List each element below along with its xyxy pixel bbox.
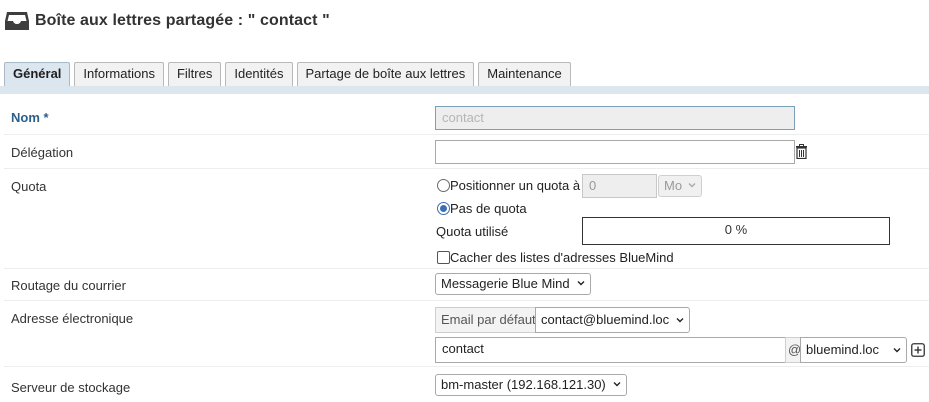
page-header: Boîte aux lettres partagée : " contact " (4, 8, 330, 34)
page-title: Boîte aux lettres partagée : " contact " (35, 12, 330, 29)
trash-icon[interactable] (795, 144, 808, 159)
no-quota-radio[interactable] (437, 202, 450, 215)
tab-content-border (0, 86, 929, 94)
chevron-down-icon (893, 348, 901, 353)
delegation-field[interactable] (435, 140, 795, 164)
name-field[interactable]: contact (435, 106, 795, 130)
server-value: bm-master (192.168.121.30) (441, 377, 606, 392)
plus-square-icon[interactable] (911, 343, 925, 357)
no-quota-label: Pas de quota (450, 201, 527, 216)
hide-lists-checkbox[interactable] (437, 251, 450, 264)
email-label: Adresse électronique (11, 311, 134, 326)
quota-used-value: 0 % (582, 217, 890, 245)
email-domain-select[interactable]: bluemind.loc (800, 337, 907, 363)
row-quota: Quota Positionner un quota à 0 Mo Pas de… (4, 169, 929, 269)
server-label: Serveur de stockage (11, 380, 131, 395)
default-email-select[interactable]: contact@bluemind.loc (535, 307, 690, 333)
default-email-value: contact@bluemind.loc (541, 312, 670, 327)
quota-unit-value: Mo (664, 178, 683, 193)
tab-maintenance[interactable]: Maintenance (478, 62, 571, 86)
general-form: Nom * contact Délégation Quota Positionn… (4, 100, 929, 401)
tab-bar: Général Informations Filtres Identités P… (4, 62, 929, 86)
tab-filtres[interactable]: Filtres (167, 62, 222, 86)
row-email: Adresse électronique Email par défaut co… (4, 301, 929, 367)
chevron-down-icon (577, 281, 585, 286)
hide-lists-label: Cacher des listes d'adresses BlueMind (450, 250, 674, 265)
chevron-down-icon (688, 183, 696, 188)
default-email-addon: Email par défaut (435, 307, 536, 333)
chevron-down-icon (676, 318, 684, 323)
quota-used-label: Quota utilisé (436, 224, 509, 239)
row-name: Nom * contact (4, 100, 929, 135)
tab-informations[interactable]: Informations (74, 62, 164, 86)
name-label: Nom * (11, 110, 49, 125)
tab-identites[interactable]: Identités (225, 62, 293, 86)
tab-general[interactable]: Général (4, 62, 71, 86)
quota-value-input[interactable]: 0 (582, 174, 657, 198)
quota-unit-select[interactable]: Mo (658, 175, 702, 197)
at-sign-addon: @ (785, 337, 801, 363)
routing-select[interactable]: Messagerie Blue Mind (435, 273, 591, 295)
inbox-tray-icon (5, 12, 29, 30)
quota-label: Quota (11, 179, 47, 194)
row-routing: Routage du courrier Messagerie Blue Mind (4, 269, 929, 301)
set-quota-radio[interactable] (437, 179, 450, 192)
row-server: Serveur de stockage bm-master (192.168.1… (4, 367, 929, 401)
tab-partage[interactable]: Partage de boîte aux lettres (296, 62, 475, 86)
row-delegation: Délégation (4, 135, 929, 169)
routing-label: Routage du courrier (11, 278, 126, 293)
routing-value: Messagerie Blue Mind (441, 276, 570, 291)
chevron-down-icon (613, 382, 621, 387)
email-local-part-input[interactable]: contact (435, 337, 786, 363)
server-select[interactable]: bm-master (192.168.121.30) (435, 374, 627, 396)
set-quota-label: Positionner un quota à (450, 178, 581, 193)
email-domain-value: bluemind.loc (806, 342, 879, 357)
delegation-label: Délégation (11, 145, 74, 160)
